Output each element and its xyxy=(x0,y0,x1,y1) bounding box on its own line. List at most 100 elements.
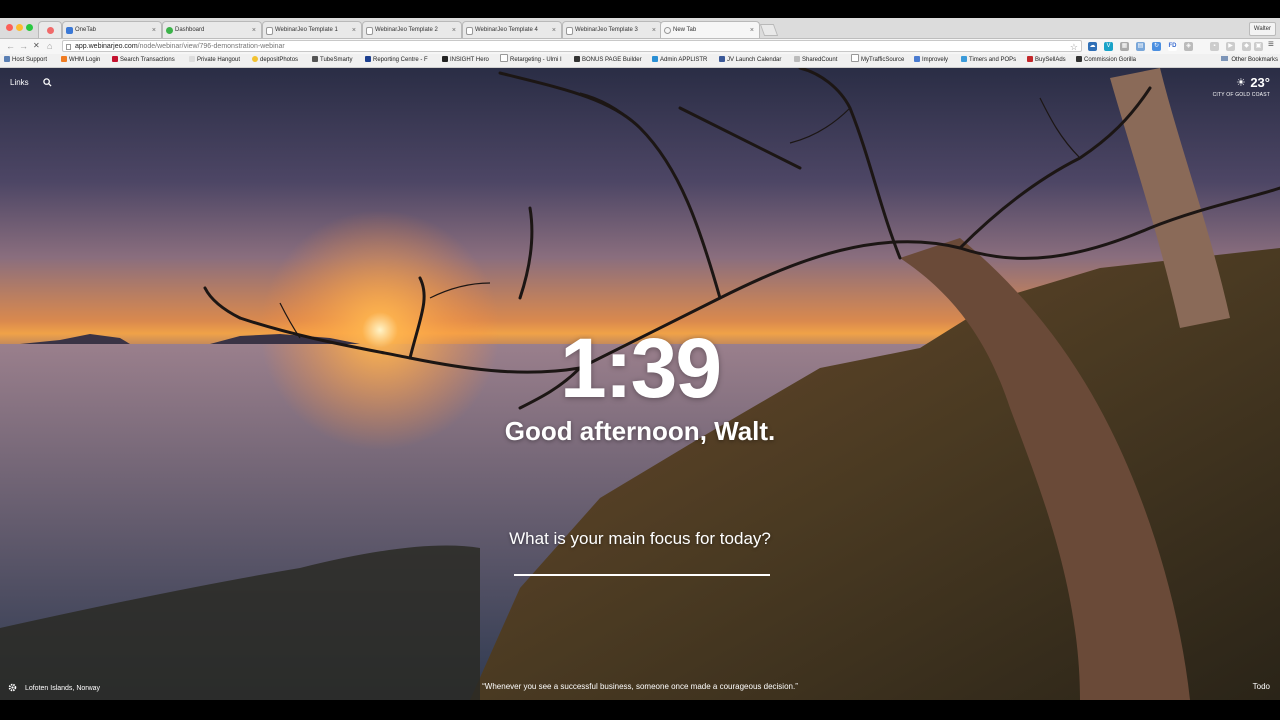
tab-template-2[interactable]: WebinarJeo Template 2 × xyxy=(362,21,462,38)
play-extension-icon[interactable]: ▶ xyxy=(1226,42,1235,51)
profile-button[interactable]: Walter xyxy=(1248,22,1276,36)
box-extension-icon[interactable]: ▪ xyxy=(1210,42,1219,51)
home-icon[interactable]: ⌂ xyxy=(47,41,52,51)
bookmark-item[interactable]: JV Launch Calendar xyxy=(719,54,781,67)
bookmark-item[interactable]: BuySellAds xyxy=(1027,54,1066,67)
bookmark-item[interactable]: Private Hangout xyxy=(189,54,240,67)
bookmark-item[interactable]: Admin APPLISTR xyxy=(652,54,707,67)
bookmark-label: WHM Login xyxy=(69,57,101,63)
weather-temperature: 23° xyxy=(1250,75,1270,90)
focus-input[interactable] xyxy=(514,552,770,576)
tab-label: WebinarJeo Template 1 xyxy=(275,27,338,33)
bookmark-item[interactable]: WHM Login xyxy=(61,54,100,67)
new-tab-page: Links ☀ 23° CITY OF GOLD COAST 1:39 Good… xyxy=(0,68,1280,700)
weather-widget[interactable]: ☀ 23° CITY OF GOLD COAST xyxy=(1213,74,1270,98)
back-icon[interactable]: ← xyxy=(6,41,15,51)
close-tab-icon[interactable]: × xyxy=(652,22,656,38)
whm-icon xyxy=(61,56,67,62)
star-icon[interactable]: ☆ xyxy=(1070,41,1078,53)
grid-extension-icon[interactable]: ▦ xyxy=(1120,42,1129,51)
url-host: app.webinarjeo.com xyxy=(75,43,138,50)
bookmark-item[interactable]: Timers and POPs xyxy=(961,54,1016,67)
close-tab-icon[interactable]: × xyxy=(452,22,456,38)
tab-label: New Tab xyxy=(673,27,697,33)
search-icon[interactable] xyxy=(43,78,52,87)
menu-icon[interactable]: ≡ xyxy=(1268,40,1274,50)
bookmark-item[interactable]: TubeSmarty xyxy=(312,54,352,67)
bookmark-item[interactable]: Host Support xyxy=(4,54,47,67)
google-icon xyxy=(189,56,195,62)
address-bar[interactable]: app.webinarjeo.com/node/webinar/view/796… xyxy=(62,40,1082,52)
close-window-icon[interactable] xyxy=(6,24,13,31)
bookmark-item[interactable]: Improvely xyxy=(914,54,948,67)
links-button[interactable]: Links xyxy=(10,78,29,87)
fd-extension-icon[interactable]: FD xyxy=(1168,42,1177,51)
greeting[interactable]: Good afternoon, Walt. xyxy=(0,416,1280,447)
bookmark-label: Private Hangout xyxy=(197,57,241,63)
tab-template-3[interactable]: WebinarJeo Template 3 × xyxy=(562,21,662,38)
browser-toolbar: ← → ✕ ⌂ app.webinarjeo.com/node/webinar/… xyxy=(0,39,1280,54)
shield-extension-icon[interactable]: ◈ xyxy=(1184,42,1193,51)
clock[interactable]: 1:39 xyxy=(0,326,1280,410)
tag-extension-icon[interactable]: ◆ xyxy=(1242,42,1251,51)
tab-template-1[interactable]: WebinarJeo Template 1 × xyxy=(262,21,362,38)
close-tab-icon[interactable]: × xyxy=(252,22,256,38)
new-tab-button[interactable] xyxy=(759,24,779,36)
bookmark-item[interactable]: Reporting Centre - F xyxy=(365,54,428,67)
bookmark-item[interactable]: Commission Gorilla xyxy=(1076,54,1136,67)
bookmark-item[interactable]: INSIGHT Hero xyxy=(442,54,489,67)
sun-icon: ☀ xyxy=(1236,77,1246,89)
bookmark-item[interactable]: SharedCount xyxy=(794,54,837,67)
sync-extension-icon[interactable]: ↻ xyxy=(1152,42,1161,51)
page-icon xyxy=(500,54,508,62)
tab-new-tab[interactable]: New Tab × xyxy=(660,21,760,38)
tab-label: WebinarJeo Template 3 xyxy=(575,27,638,33)
minimize-window-icon[interactable] xyxy=(16,24,23,31)
close-tab-icon[interactable]: × xyxy=(152,22,156,38)
facebook-icon xyxy=(719,56,725,62)
insight-hero-icon xyxy=(442,56,448,62)
page-icon xyxy=(466,27,473,35)
bookmark-label: Admin APPLISTR xyxy=(660,57,708,63)
bookmark-label: Commission Gorilla xyxy=(1084,57,1137,63)
depositphotos-icon xyxy=(252,56,258,62)
todo-button[interactable]: Todo xyxy=(1253,682,1270,691)
forward-icon[interactable]: → xyxy=(19,41,28,51)
daily-quote: “Whenever you see a successful business,… xyxy=(482,682,798,691)
tab-label: WebinarJeo Template 2 xyxy=(375,27,438,33)
stop-icon[interactable]: ✕ xyxy=(33,41,40,51)
onetab-extension-icon[interactable]: ▤ xyxy=(1136,42,1145,51)
bookmark-label: Timers and POPs xyxy=(969,57,1017,63)
tab-onetab[interactable]: OneTab × xyxy=(62,21,162,38)
focus-question: What is your main focus for today? xyxy=(509,529,771,548)
bookmark-item[interactable]: BONUS PAGE Builder xyxy=(574,54,642,67)
folder-icon xyxy=(1221,56,1229,61)
close-tab-icon[interactable]: × xyxy=(552,22,556,38)
cloud-extension-icon[interactable]: ☁ xyxy=(1088,42,1097,51)
bookmark-label: Improvely xyxy=(922,57,949,63)
tab-label: OneTab xyxy=(75,27,97,33)
search-transactions-icon xyxy=(112,56,118,62)
bookmark-item[interactable]: Retargeting - Ulmi I xyxy=(500,54,562,67)
close-tab-icon[interactable]: × xyxy=(750,22,754,38)
bookmark-item[interactable]: depositPhotos xyxy=(252,54,298,67)
bookmark-label: Retargeting - Ulmi I xyxy=(510,57,562,63)
page-icon xyxy=(851,54,859,62)
bookmark-item[interactable]: MyTrafficSource xyxy=(851,54,904,67)
tab-asana[interactable] xyxy=(38,21,62,38)
bookmark-label: INSIGHT Hero xyxy=(450,57,489,63)
close-tab-icon[interactable]: × xyxy=(352,22,356,38)
other-bookmarks-label: Other Bookmarks xyxy=(1231,57,1278,63)
bookmark-item[interactable]: Search Transactions xyxy=(112,54,175,67)
bookmark-label: BONUS PAGE Builder xyxy=(582,57,642,63)
bookmark-label: Search Transactions xyxy=(120,57,175,63)
tab-strip: OneTab × Dashboard × WebinarJeo Template… xyxy=(0,18,1280,39)
dashboard-icon xyxy=(166,27,173,34)
tab-dashboard[interactable]: Dashboard × xyxy=(162,21,262,38)
vidiq-extension-icon[interactable]: V xyxy=(1104,42,1113,51)
maximize-window-icon[interactable] xyxy=(26,24,33,31)
settings-extension-icon[interactable]: ▣ xyxy=(1254,42,1263,51)
bookmark-label: Reporting Centre - F xyxy=(373,57,428,63)
other-bookmarks[interactable]: Other Bookmarks xyxy=(1221,54,1278,67)
tab-template-4[interactable]: WebinarJeo Template 4 × xyxy=(462,21,562,38)
